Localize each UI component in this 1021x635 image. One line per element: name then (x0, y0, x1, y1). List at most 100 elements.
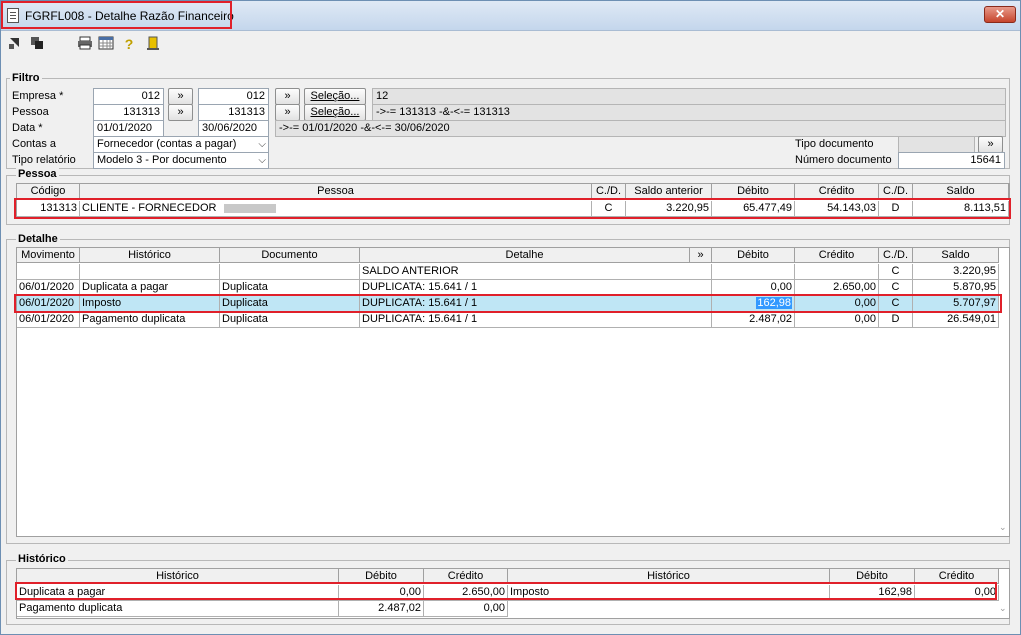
historico-left-cell-credito[interactable]: 2.650,00 (424, 585, 508, 601)
pessoa-extra-button[interactable]: » (275, 104, 300, 121)
historico-left-cell-debito[interactable]: 2.487,02 (339, 601, 424, 617)
detalhe-cell-movimento[interactable]: 06/01/2020 (17, 312, 80, 328)
pessoa-to-field[interactable]: 131313 (198, 104, 269, 121)
detalhe-cell-credito[interactable] (795, 264, 879, 280)
pessoa-col-saldo[interactable]: Saldo (913, 184, 1009, 199)
empresa-selecao-button[interactable]: Seleção... (304, 88, 366, 105)
detalhe-cell-detalhe[interactable]: DUPLICATA: 15.641 / 1 (360, 280, 712, 296)
scroll-down-icon[interactable]: ⌄ (999, 603, 1007, 614)
historico-left-col-credito[interactable]: Crédito (424, 569, 508, 584)
pessoa-col-cd2[interactable]: C./D. (879, 184, 913, 199)
detalhe-cell-debito-selected[interactable]: 162,98 (712, 296, 795, 312)
detalhe-cell-credito[interactable]: 0,00 (795, 312, 879, 328)
empresa-from-field[interactable]: 012 (93, 88, 164, 105)
detalhe-cell-saldo[interactable]: 5.707,97 (913, 296, 999, 312)
historico-right-col-credito[interactable]: Crédito (915, 569, 999, 584)
historico-left-col-historico[interactable]: Histórico (17, 569, 339, 584)
historico-left-cell-debito[interactable]: 0,00 (339, 585, 424, 601)
detalhe-cell-cd[interactable]: D (879, 312, 913, 328)
pessoa-cell-saldo-anterior[interactable]: 3.220,95 (626, 201, 712, 217)
detalhe-cell-cd[interactable]: C (879, 264, 913, 280)
help-icon[interactable]: ? (121, 36, 137, 52)
detalhe-col-historico[interactable]: Histórico (80, 248, 220, 263)
tipo-relatorio-select[interactable]: Modelo 3 - Por documento ⌵ (93, 152, 269, 169)
detalhe-cell-cd[interactable]: C (879, 280, 913, 296)
detalhe-cell-debito[interactable]: 2.487,02 (712, 312, 795, 328)
pessoa-selecao-button[interactable]: Seleção... (304, 104, 366, 121)
detalhe-cell-documento[interactable] (220, 264, 360, 280)
pessoa-range-button[interactable]: » (168, 104, 193, 121)
calendar-grid-icon[interactable] (98, 36, 114, 52)
empresa-range-button[interactable]: » (168, 88, 193, 105)
pessoa-cell-cd2[interactable]: D (879, 201, 913, 217)
pessoa-col-cd1[interactable]: C./D. (592, 184, 626, 199)
historico-left-cell-historico[interactable]: Duplicata a pagar (17, 585, 339, 601)
detalhe-cell-debito[interactable]: 0,00 (712, 280, 795, 296)
detalhe-cell-historico[interactable]: Duplicata a pagar (80, 280, 220, 296)
detalhe-col-credito[interactable]: Crédito (795, 248, 879, 263)
detalhe-col-movimento[interactable]: Movimento (17, 248, 80, 263)
detalhe-col-documento[interactable]: Documento (220, 248, 360, 263)
detalhe-cell-detalhe[interactable]: DUPLICATA: 15.641 / 1 (360, 296, 712, 312)
pessoa-from-field[interactable]: 131313 (93, 104, 164, 121)
detalhe-col-detalhe[interactable]: Detalhe (360, 248, 690, 263)
historico-right-col-historico[interactable]: Histórico (508, 569, 830, 584)
data-from-field[interactable]: 01/01/2020 (93, 120, 164, 137)
detalhe-cell-saldo[interactable]: 5.870,95 (913, 280, 999, 296)
tipo-documento-button[interactable]: » (978, 136, 1003, 153)
historico-right-col-debito[interactable]: Débito (830, 569, 915, 584)
print-icon[interactable] (77, 36, 93, 52)
pessoa-label: Pessoa (12, 106, 49, 118)
historico-right-cell-debito[interactable]: 162,98 (830, 585, 915, 601)
detalhe-cell-documento[interactable]: Duplicata (220, 312, 360, 328)
detalhe-col-saldo[interactable]: Saldo (913, 248, 999, 263)
exit-door-icon[interactable] (145, 36, 161, 52)
empresa-to-field[interactable]: 012 (198, 88, 269, 105)
scroll-down-icon[interactable]: ⌄ (999, 522, 1007, 533)
pessoa-col-debito[interactable]: Débito (712, 184, 795, 199)
detalhe-expand-button[interactable]: » (690, 248, 712, 263)
detalhe-cell-credito[interactable]: 2.650,00 (795, 280, 879, 296)
copy-icon[interactable] (29, 36, 45, 52)
pessoa-cell-credito[interactable]: 54.143,03 (795, 201, 879, 217)
detalhe-cell-debito[interactable] (712, 264, 795, 280)
contas-select[interactable]: Fornecedor (contas a pagar) ⌵ (93, 136, 269, 153)
close-button[interactable]: ✕ (984, 6, 1016, 23)
detalhe-cell-credito[interactable]: 0,00 (795, 296, 879, 312)
detalhe-cell-historico[interactable]: Imposto (80, 296, 220, 312)
pessoa-col-pessoa[interactable]: Pessoa (80, 184, 592, 199)
pessoa-cell-saldo[interactable]: 8.113,51 (913, 201, 1009, 217)
detalhe-cell-movimento[interactable]: 06/01/2020 (17, 280, 80, 296)
data-to-field[interactable]: 30/06/2020 (198, 120, 269, 137)
pessoa-cell-codigo[interactable]: 131313 (17, 201, 80, 217)
pessoa-col-saldo-anterior[interactable]: Saldo anterior (626, 184, 712, 199)
pessoa-cell-nome[interactable]: CLIENTE - FORNECEDOR (80, 201, 592, 217)
historico-right-cell-historico[interactable]: Imposto (508, 585, 830, 601)
detalhe-cell-saldo[interactable]: 26.549,01 (913, 312, 999, 328)
detalhe-cell-detalhe[interactable]: SALDO ANTERIOR (360, 264, 712, 280)
detalhe-cell-documento[interactable]: Duplicata (220, 280, 360, 296)
pessoa-cell-cd1[interactable]: C (592, 201, 626, 217)
pessoa-col-credito[interactable]: Crédito (795, 184, 879, 199)
detalhe-cell-historico[interactable] (80, 264, 220, 280)
detalhe-cell-movimento[interactable]: 06/01/2020 (17, 296, 80, 312)
detalhe-cell-historico[interactable]: Pagamento duplicata (80, 312, 220, 328)
detalhe-cell-cd[interactable]: C (879, 296, 913, 312)
historico-left-cell-credito[interactable]: 0,00 (424, 601, 508, 617)
detalhe-cell-detalhe[interactable]: DUPLICATA: 15.641 / 1 (360, 312, 712, 328)
historico-left-col-debito[interactable]: Débito (339, 569, 424, 584)
detalhe-col-debito[interactable]: Débito (712, 248, 795, 263)
pessoa-col-codigo[interactable]: Código (17, 184, 80, 199)
main-window: FGRFL008 - Detalhe Razão Financeiro ✕ ? … (0, 0, 1021, 635)
detalhe-col-cd[interactable]: C./D. (879, 248, 913, 263)
historico-left-cell-historico[interactable]: Pagamento duplicata (17, 601, 339, 617)
historico-right-cell-credito[interactable]: 0,00 (915, 585, 999, 601)
detalhe-cell-documento[interactable]: Duplicata (220, 296, 360, 312)
pessoa-cell-debito[interactable]: 65.477,49 (712, 201, 795, 217)
detalhe-cell-saldo[interactable]: 3.220,95 (913, 264, 999, 280)
export-icon[interactable] (7, 36, 23, 52)
numero-documento-field[interactable]: 15641 (898, 152, 1005, 169)
detalhe-cell-movimento[interactable] (17, 264, 80, 280)
tipo-documento-field[interactable] (898, 136, 975, 153)
empresa-extra-button[interactable]: » (275, 88, 300, 105)
